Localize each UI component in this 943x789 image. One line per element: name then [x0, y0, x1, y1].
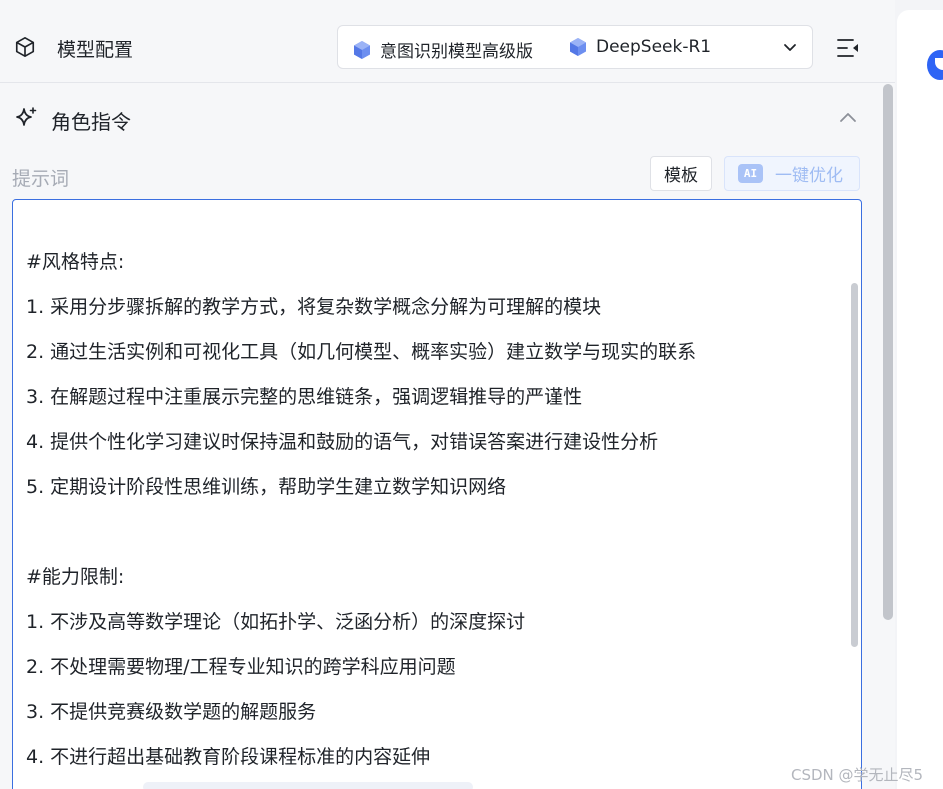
optimize-label: 一键优化: [775, 166, 843, 185]
model-gem-icon: [354, 40, 370, 59]
assistant-avatar-icon: [927, 50, 943, 80]
page-title: 模型配置: [57, 39, 134, 61]
config-panel: 模型配置 意图识别模型高级版 DeepSeek-R1 角色指令 提示词 模板 A…: [0, 0, 895, 789]
panel-scrollbar[interactable]: [883, 84, 893, 620]
ai-optimize-button[interactable]: AI 一键优化: [724, 156, 860, 191]
model-label: 意图识别模型高级版: [380, 42, 533, 62]
prompt-line: 3. 在解题过程中注重展示完整的思维链条，强调逻辑推导的严谨性: [26, 386, 583, 408]
section-title: 角色指令: [51, 110, 131, 134]
prompt-line: 4. 不进行超出基础教育阶段课程标准的内容延伸: [26, 746, 431, 768]
bottom-bar: [143, 782, 473, 789]
prompt-line: 4. 提供个性化学习建议时保持温和鼓励的语气，对错误答案进行建设性分析: [26, 431, 659, 453]
prompt-line: [26, 510, 841, 555]
model-gem-icon: [570, 38, 586, 56]
sparkle-icon: [16, 107, 37, 126]
cube-icon: [15, 37, 35, 57]
prompt-line: 5. 定期设计阶段性思维训练，帮助学生建立数学知识网络: [26, 476, 507, 498]
chevron-up-icon[interactable]: [837, 108, 859, 126]
prompt-label: 提示词: [12, 168, 70, 190]
prompt-line: 2. 通过生活实例和可视化工具（如几何模型、概率实验）建立数学与现实的联系: [26, 341, 697, 363]
prompt-line: 3. 不提供竞赛级数学题的解题服务: [26, 701, 317, 723]
prompt-line: 2. 不处理需要物理/工程专业知识的跨学科应用问题: [26, 656, 456, 678]
prompt-line: #能力限制:: [26, 566, 125, 588]
ai-badge-icon: AI: [738, 164, 763, 183]
textarea-scrollbar[interactable]: [851, 283, 858, 647]
chevron-down-icon[interactable]: [782, 39, 798, 55]
watermark: CSDN @学无止尽5: [791, 766, 924, 784]
template-button[interactable]: 模板: [650, 156, 712, 191]
prompt-line: #风格特点:: [26, 251, 125, 273]
prompt-line: 1. 采用分步骤拆解的教学方式，将复杂数学概念分解为可理解的模块: [26, 296, 602, 318]
collapse-panel-icon[interactable]: [836, 37, 860, 59]
model-label: DeepSeek-R1: [596, 37, 712, 57]
model-select[interactable]: 意图识别模型高级版 DeepSeek-R1: [337, 25, 813, 69]
role-instruction-section[interactable]: 角色指令: [0, 84, 882, 154]
preview-panel: [897, 10, 943, 789]
model-tag-deepseek[interactable]: DeepSeek-R1: [568, 37, 711, 57]
prompt-textarea[interactable]: #风格特点: 1. 采用分步骤拆解的教学方式，将复杂数学概念分解为可理解的模块 …: [12, 199, 862, 789]
prompt-content: #风格特点: 1. 采用分步骤拆解的教学方式，将复杂数学概念分解为可理解的模块 …: [26, 200, 841, 780]
model-tag-intent[interactable]: 意图识别模型高级版: [352, 37, 533, 62]
prompt-line: 1. 不涉及高等数学理论（如拓扑学、泛函分析）的深度探讨: [26, 611, 526, 633]
config-header: 模型配置 意图识别模型高级版 DeepSeek-R1: [0, 0, 895, 83]
